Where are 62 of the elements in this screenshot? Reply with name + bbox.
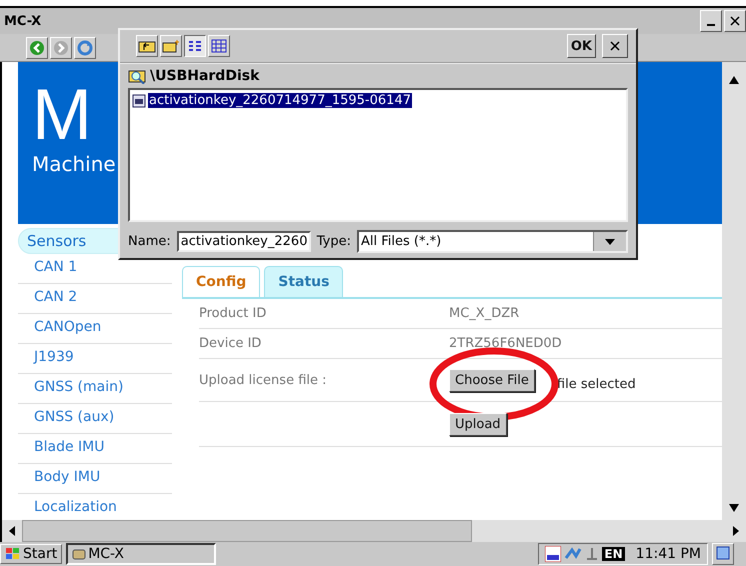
name-field[interactable]: activationkey_2260 <box>176 231 311 252</box>
close-icon <box>610 41 620 51</box>
name-label: Name: <box>128 234 171 249</box>
up-arrow-icon[interactable] <box>729 76 739 84</box>
taskbar-button[interactable]: MC-X <box>66 543 216 565</box>
forward-button[interactable] <box>50 36 72 58</box>
grid-icon <box>211 39 227 53</box>
desktop-button[interactable] <box>712 543 734 565</box>
file-item[interactable]: activationkey_2260714977_1595-06147 <box>148 93 412 108</box>
vertical-scrollbar[interactable] <box>722 62 746 520</box>
tab[interactable]: Status <box>264 266 344 297</box>
field-label: Product ID <box>199 306 268 321</box>
minimize-button[interactable] <box>700 10 722 32</box>
new-folder-icon <box>162 39 180 53</box>
field-value: MC_X_DZR <box>449 306 520 321</box>
up-folder-icon <box>138 39 156 53</box>
close-button[interactable] <box>602 34 628 58</box>
upload-button[interactable]: Upload <box>449 412 507 436</box>
file-icon <box>132 94 146 108</box>
type-dropdown[interactable]: All Files (*.*) <box>356 230 628 253</box>
list-icon <box>187 39 203 53</box>
field-value: 2TRZ56F6NED0D <box>449 336 562 351</box>
folder-path: \USBHardDisk <box>150 68 260 84</box>
flag-icon <box>5 547 21 561</box>
sidebar-item[interactable]: CAN 2 <box>18 284 172 314</box>
close-button[interactable] <box>724 10 746 32</box>
left-arrow-icon[interactable] <box>8 526 16 536</box>
sidebar-item[interactable]: GNSS (main) <box>18 374 172 404</box>
sidebar-item[interactable]: Body IMU <box>18 464 172 494</box>
language-indicator[interactable]: EN <box>602 547 625 561</box>
start-button[interactable]: Start <box>0 544 62 564</box>
sidebar-item[interactable]: J1939 <box>18 344 172 374</box>
banner-title: M <box>32 78 92 152</box>
field-label: Device ID <box>199 336 262 351</box>
banner-subtitle: Machine <box>32 152 116 176</box>
sidebar-item[interactable]: CANOpen <box>18 314 172 344</box>
new-folder-button[interactable] <box>160 35 182 57</box>
sidebar-item[interactable]: Blade IMU <box>18 434 172 464</box>
right-arrow-icon[interactable] <box>732 526 740 536</box>
window-icon <box>716 546 730 560</box>
dropdown-arrow-icon <box>605 238 615 244</box>
vnc-icon[interactable] <box>545 546 562 562</box>
back-button[interactable] <box>26 36 48 58</box>
details-view-button[interactable] <box>208 35 230 57</box>
up-folder-button[interactable] <box>136 35 158 57</box>
close-icon <box>730 16 740 26</box>
ok-button[interactable]: OK <box>566 34 596 58</box>
sidebar-item[interactable]: GNSS (aux) <box>18 404 172 434</box>
choose-file-button[interactable]: Choose File <box>449 368 535 392</box>
tab[interactable]: Config <box>182 266 260 297</box>
down-arrow-icon[interactable] <box>729 504 739 512</box>
type-label: Type: <box>316 234 351 249</box>
list-view-button[interactable] <box>184 35 206 57</box>
file-status: file selected <box>556 376 636 392</box>
horizontal-scrollbar[interactable] <box>0 520 746 542</box>
folder-search-icon <box>128 68 146 84</box>
window-title: MC-X <box>4 14 42 28</box>
clock: 11:41 PM <box>636 546 701 562</box>
refresh-button[interactable] <box>74 36 96 58</box>
minimize-icon <box>707 24 715 26</box>
drive-icon <box>72 548 86 560</box>
field-label: Upload license file : <box>199 372 328 388</box>
